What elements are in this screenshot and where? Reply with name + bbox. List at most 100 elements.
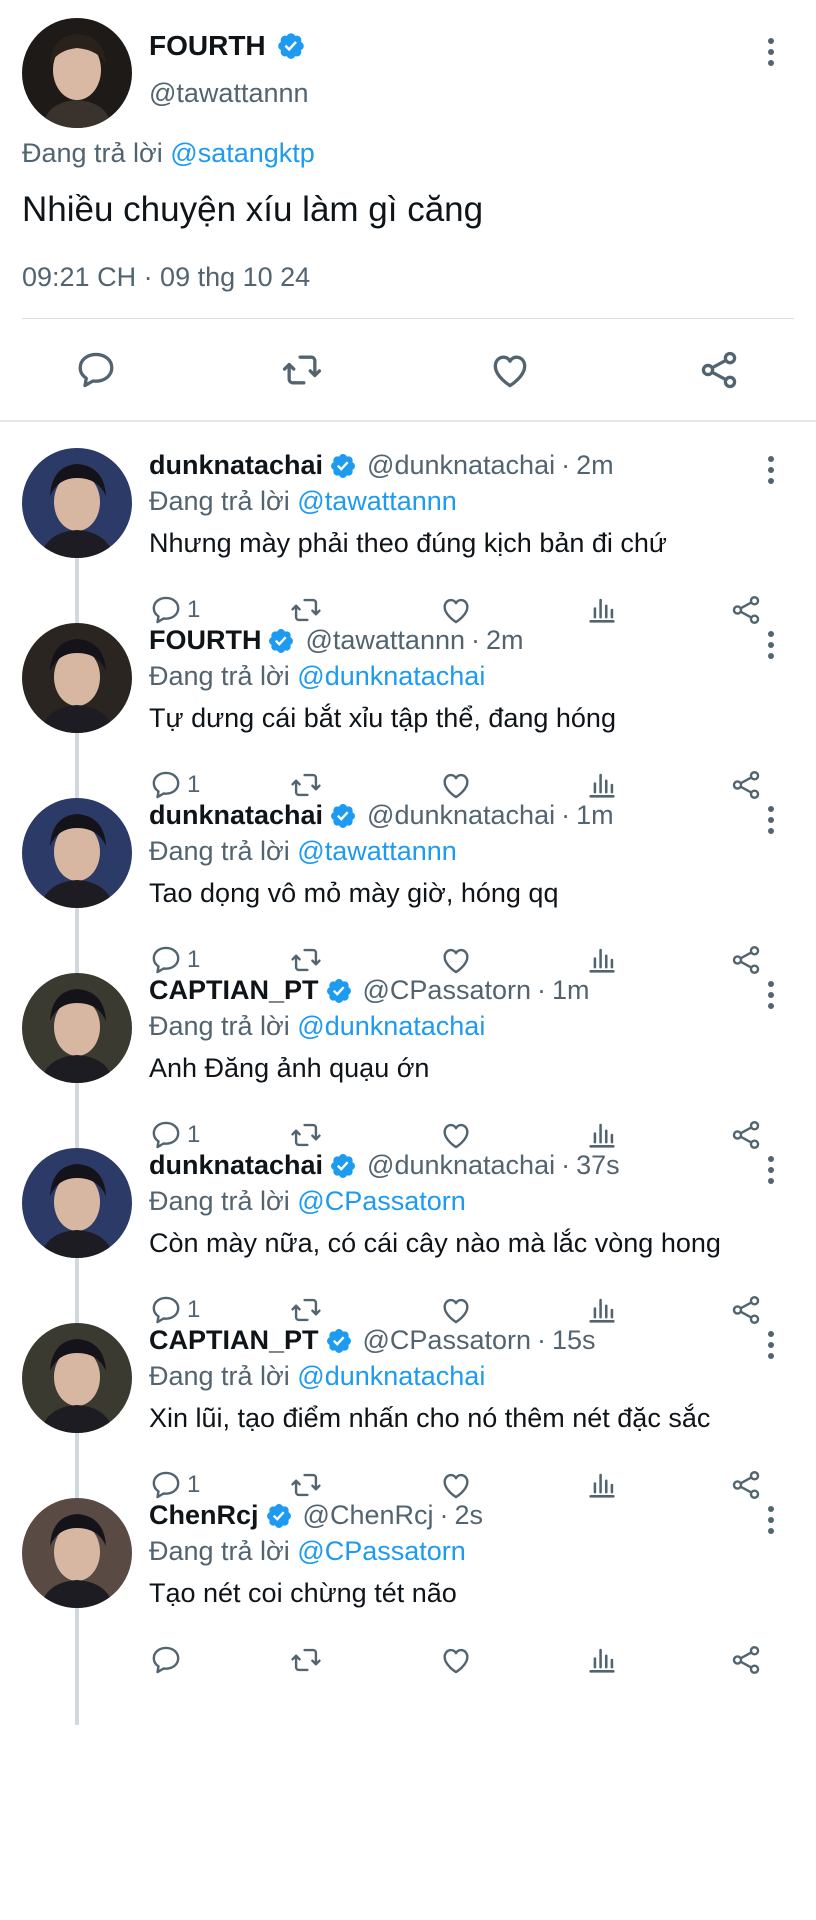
- author-handle[interactable]: @CPassatorn: [363, 1325, 531, 1356]
- author-handle[interactable]: @tawattannn: [305, 625, 465, 656]
- author-name[interactable]: dunknatachai: [149, 1150, 323, 1181]
- avatar[interactable]: [22, 18, 132, 128]
- avatar[interactable]: [22, 1498, 132, 1608]
- tweet-age[interactable]: 2s: [454, 1500, 483, 1531]
- replying-to-label: Đang trả lời: [22, 138, 163, 168]
- heart-icon[interactable]: [439, 1643, 473, 1677]
- tweet-text: Xin lũi, tạo điểm nhấn cho nó thêm nét đ…: [149, 1403, 711, 1433]
- replying-to: Đang trả lời @tawattannn: [149, 486, 457, 517]
- author-handle[interactable]: @dunknatachai: [367, 450, 555, 481]
- author-name[interactable]: FOURTH: [149, 30, 266, 62]
- avatar[interactable]: [22, 623, 132, 733]
- more-vertical-icon[interactable]: [760, 804, 782, 836]
- share-icon[interactable]: [729, 1643, 763, 1677]
- tweet-text: Anh Đăng ảnh quạu ớn: [149, 1053, 430, 1083]
- replying-to: Đang trả lời @dunknatachai: [149, 1011, 485, 1042]
- more-vertical-icon[interactable]: [760, 629, 782, 661]
- mention-link[interactable]: @dunknatachai: [297, 661, 485, 691]
- avatar[interactable]: [22, 1323, 132, 1433]
- retweet-icon[interactable]: [280, 348, 324, 392]
- replying-to-label: Đang trả lời: [149, 836, 290, 866]
- verified-badge-icon: [331, 1153, 356, 1178]
- more-vertical-icon[interactable]: [760, 1329, 782, 1361]
- replying-to: Đang trả lời @CPassatorn: [149, 1186, 466, 1217]
- author-name[interactable]: CAPTIAN_PT: [149, 975, 319, 1006]
- divider: [22, 318, 794, 319]
- separator-dot: ·: [471, 625, 480, 655]
- analytics-icon[interactable]: [585, 1643, 619, 1677]
- reply-action[interactable]: [149, 1642, 187, 1678]
- retweet-action[interactable]: [289, 1642, 323, 1678]
- retweet-icon[interactable]: [289, 1643, 323, 1677]
- tweet-age[interactable]: 1m: [576, 800, 614, 831]
- tweet-text: Nhiều chuyện xíu làm gì căng: [22, 190, 484, 229]
- author-handle[interactable]: @dunknatachai: [367, 800, 555, 831]
- author-name[interactable]: dunknatachai: [149, 800, 323, 831]
- more-vertical-icon[interactable]: [760, 1504, 782, 1536]
- author-name[interactable]: FOURTH: [149, 625, 261, 656]
- section-separator: [0, 420, 816, 422]
- verified-badge-icon: [331, 453, 356, 478]
- separator-dot: ·: [561, 450, 571, 480]
- mention-link[interactable]: @tawattannn: [297, 486, 457, 516]
- replying-to-label: Đang trả lời: [149, 486, 290, 516]
- tweet-age[interactable]: 37s: [576, 1150, 620, 1181]
- share-action[interactable]: [729, 1642, 763, 1678]
- verified-badge-icon: [326, 1328, 351, 1353]
- more-vertical-icon[interactable]: [760, 36, 782, 68]
- main-tweet: FOURTH @tawattannn Đang trả lời @satangk…: [0, 0, 816, 420]
- author-name[interactable]: ChenRcj: [149, 1500, 259, 1531]
- avatar[interactable]: [22, 798, 132, 908]
- mention-link[interactable]: @CPassatorn: [297, 1536, 465, 1566]
- reply-tweet[interactable]: ChenRcj @ChenRcj · 2s Đang trả lời @CPas…: [0, 1482, 816, 1696]
- share-icon[interactable]: [697, 348, 741, 392]
- separator-dot: ·: [561, 1150, 571, 1180]
- comment-icon[interactable]: [149, 1643, 183, 1677]
- replying-to: Đang trả lời @dunknatachai: [149, 1361, 485, 1392]
- tweet-text: Nhưng mày phải theo đúng kịch bản đi chứ: [149, 528, 667, 558]
- author-name[interactable]: CAPTIAN_PT: [149, 1325, 319, 1356]
- verified-badge-icon: [269, 628, 294, 653]
- separator-dot: ·: [537, 1325, 546, 1355]
- verified-badge-icon: [266, 1503, 291, 1528]
- replying-to-label: Đang trả lời: [149, 1011, 290, 1041]
- replying-to-label: Đang trả lời: [149, 1361, 290, 1391]
- tweet-text: Tạo nét coi chừng tét não: [149, 1578, 457, 1608]
- mention-link[interactable]: @tawattannn: [297, 836, 457, 866]
- tweet-timestamp[interactable]: 09:21 CH · 09 thg 10 24: [22, 262, 310, 293]
- mention-link[interactable]: @satangktp: [170, 138, 315, 168]
- replying-to: Đang trả lời @satangktp: [22, 138, 315, 169]
- separator-dot: ·: [439, 1500, 449, 1530]
- avatar[interactable]: [22, 448, 132, 558]
- tweet-age[interactable]: 15s: [552, 1325, 596, 1356]
- separator-dot: ·: [537, 975, 546, 1005]
- like-action[interactable]: [439, 1642, 473, 1678]
- author-name[interactable]: dunknatachai: [149, 450, 323, 481]
- replying-to-label: Đang trả lời: [149, 661, 290, 691]
- tweet-age[interactable]: 2m: [486, 625, 524, 656]
- tweet-age[interactable]: 1m: [552, 975, 590, 1006]
- replying-to: Đang trả lời @dunknatachai: [149, 661, 485, 692]
- avatar[interactable]: [22, 1148, 132, 1258]
- author-handle[interactable]: @tawattannn: [149, 78, 309, 109]
- author-handle[interactable]: @dunknatachai: [367, 1150, 555, 1181]
- views-action[interactable]: [585, 1642, 619, 1678]
- author-handle[interactable]: @ChenRcj: [303, 1500, 434, 1531]
- more-vertical-icon[interactable]: [760, 454, 782, 486]
- separator-dot: ·: [561, 800, 571, 830]
- replying-to: Đang trả lời @tawattannn: [149, 836, 457, 867]
- comment-icon[interactable]: [74, 348, 118, 392]
- author-handle[interactable]: @CPassatorn: [363, 975, 531, 1006]
- heart-icon[interactable]: [488, 348, 532, 392]
- tweet-age[interactable]: 2m: [576, 450, 614, 481]
- mention-link[interactable]: @dunknatachai: [297, 1361, 485, 1391]
- more-vertical-icon[interactable]: [760, 979, 782, 1011]
- replying-to-label: Đang trả lời: [149, 1186, 290, 1216]
- mention-link[interactable]: @CPassatorn: [297, 1186, 465, 1216]
- avatar[interactable]: [22, 973, 132, 1083]
- mention-link[interactable]: @dunknatachai: [297, 1011, 485, 1041]
- more-vertical-icon[interactable]: [760, 1154, 782, 1186]
- replying-to: Đang trả lời @CPassatorn: [149, 1536, 466, 1567]
- verified-badge-icon: [331, 803, 356, 828]
- tweet-text: Tao dọng vô mỏ mày giờ, hóng qq: [149, 878, 559, 908]
